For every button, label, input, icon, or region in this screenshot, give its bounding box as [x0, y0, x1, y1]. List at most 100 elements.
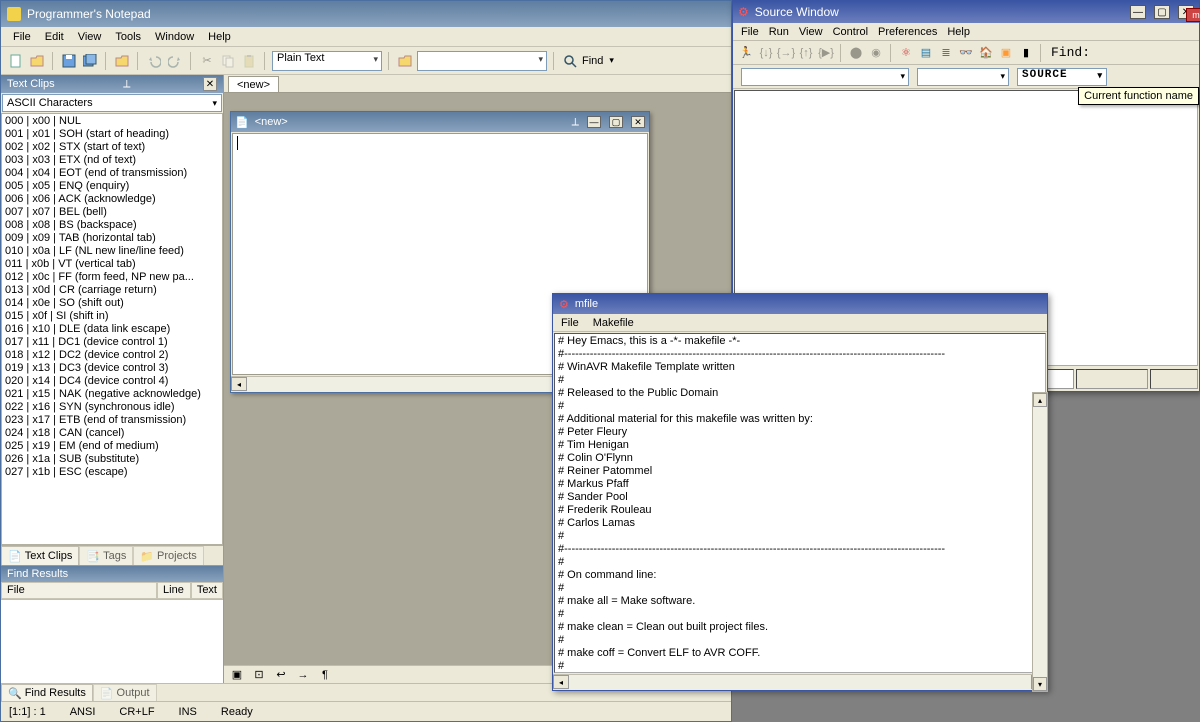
list-item[interactable]: 006 | x06 | ACK (acknowledge)	[5, 193, 219, 206]
menu-view[interactable]: View	[78, 31, 102, 43]
list-item[interactable]: 023 | x17 | ETB (end of transmission)	[5, 414, 219, 427]
undo-icon[interactable]	[145, 52, 163, 70]
src-menu-view[interactable]: View	[799, 26, 823, 38]
src-menu-control[interactable]: Control	[833, 26, 868, 38]
list-item[interactable]: 015 | x0f | SI (shift in)	[5, 310, 219, 323]
scroll-track[interactable]	[1033, 407, 1047, 677]
src-file-select[interactable]	[741, 68, 909, 86]
bookmark-toggle-icon[interactable]: ▣	[228, 666, 246, 684]
list-item[interactable]: 008 | x08 | BS (backspace)	[5, 219, 219, 232]
tab-output[interactable]: 📄Output	[93, 684, 157, 701]
find-dropdown-icon[interactable]: ▾	[609, 55, 614, 66]
list-item[interactable]: 013 | x0d | CR (carriage return)	[5, 284, 219, 297]
wordwrap-icon[interactable]: ↩	[272, 666, 290, 684]
scroll-down-icon[interactable]: ▾	[1033, 677, 1047, 691]
list-item[interactable]: 018 | x12 | DC2 (device control 2)	[5, 349, 219, 362]
list-item[interactable]: 022 | x16 | SYN (synchronous idle)	[5, 401, 219, 414]
open-folder-icon[interactable]	[113, 52, 131, 70]
find-col-file[interactable]: File	[1, 582, 157, 599]
pn-titlebar[interactable]: Programmer's Notepad	[1, 1, 731, 27]
scroll-track[interactable]	[569, 675, 1031, 690]
save-all-icon[interactable]	[81, 52, 99, 70]
memory-icon[interactable]: ▤	[917, 44, 935, 62]
scroll-left-icon[interactable]: ◂	[231, 377, 247, 391]
list-item[interactable]: 012 | x0c | FF (form feed, NP new pa...	[5, 271, 219, 284]
stack-icon[interactable]: ≣	[937, 44, 955, 62]
editor-pin-icon[interactable]: ⟂	[572, 116, 579, 129]
maximize-icon[interactable]: ▢	[1154, 5, 1170, 19]
cut-icon[interactable]: ✂	[198, 52, 216, 70]
step-out-icon[interactable]: {↑}	[797, 44, 815, 62]
minimize-icon[interactable]: —	[1130, 5, 1146, 19]
list-item[interactable]: 014 | x0e | SO (shift out)	[5, 297, 219, 310]
open-file-icon[interactable]	[28, 52, 46, 70]
mfile-menu-file[interactable]: File	[561, 317, 579, 329]
breakpoints-icon[interactable]: ▣	[997, 44, 1015, 62]
list-item[interactable]: 007 | x07 | BEL (bell)	[5, 206, 219, 219]
menu-edit[interactable]: Edit	[45, 31, 64, 43]
console-icon[interactable]: ▮	[1017, 44, 1035, 62]
list-item[interactable]: 002 | x02 | STX (start of text)	[5, 141, 219, 154]
src-menu-preferences[interactable]: Preferences	[878, 26, 937, 38]
mfile-text-view[interactable]: # Hey Emacs, this is a -*- makefile -*-#…	[554, 333, 1046, 673]
mfile-hscroll[interactable]: ◂ ▸	[553, 674, 1047, 690]
scroll-up-icon[interactable]: ▴	[1033, 393, 1047, 407]
list-item[interactable]: 001 | x01 | SOH (start of heading)	[5, 128, 219, 141]
list-item[interactable]: 004 | x04 | EOT (end of transmission)	[5, 167, 219, 180]
list-item[interactable]: 011 | x0b | VT (vertical tab)	[5, 258, 219, 271]
close-icon[interactable]: ✕	[631, 116, 645, 128]
copy-icon[interactable]	[219, 52, 237, 70]
new-file-icon[interactable]	[7, 52, 25, 70]
pilcrow-icon[interactable]: ¶	[316, 666, 334, 684]
whitespace-icon[interactable]: ⊡	[250, 666, 268, 684]
continue-icon[interactable]: {▶}	[817, 44, 835, 62]
find-icon[interactable]	[561, 52, 579, 70]
list-item[interactable]: 020 | x14 | DC4 (device control 4)	[5, 375, 219, 388]
menu-help[interactable]: Help	[208, 31, 231, 43]
panel-close-icon[interactable]: ✕	[203, 77, 217, 91]
editor-child-titlebar[interactable]: 📄 <new> ⟂ — ▢ ✕	[231, 112, 649, 132]
src-menu-help[interactable]: Help	[947, 26, 970, 38]
scroll-left-icon[interactable]: ◂	[553, 675, 569, 689]
tab-textclips[interactable]: 📄Text Clips	[1, 546, 79, 565]
step-over-icon[interactable]: {→}	[777, 44, 795, 62]
project-folder-icon[interactable]	[396, 52, 414, 70]
tab-projects[interactable]: 📁Projects	[133, 546, 203, 565]
list-item[interactable]: 024 | x18 | CAN (cancel)	[5, 427, 219, 440]
tab-tags[interactable]: 📑Tags	[79, 546, 133, 565]
document-tab-new[interactable]: <new>	[228, 76, 279, 92]
save-icon[interactable]	[60, 52, 78, 70]
watchpoint-icon[interactable]: ◉	[867, 44, 885, 62]
paste-icon[interactable]	[240, 52, 258, 70]
step-icon[interactable]: {↓}	[757, 44, 775, 62]
list-item[interactable]: 025 | x19 | EM (end of medium)	[5, 440, 219, 453]
src-menu-file[interactable]: File	[741, 26, 759, 38]
mfile-titlebar[interactable]: ⚙ mfile	[553, 294, 1047, 314]
tab-find-results[interactable]: 🔍Find Results	[1, 684, 93, 701]
src-menu-run[interactable]: Run	[769, 26, 789, 38]
src-mode-select[interactable]: SOURCE	[1017, 68, 1107, 86]
find-results-body[interactable]	[1, 600, 223, 683]
locals-icon[interactable]: 🏠	[977, 44, 995, 62]
menu-file[interactable]: File	[13, 31, 31, 43]
maximize-icon[interactable]: ▢	[609, 116, 623, 128]
find-col-text[interactable]: Text	[191, 582, 223, 599]
list-item[interactable]: 019 | x13 | DC3 (device control 3)	[5, 362, 219, 375]
breakpoint-icon[interactable]: ⬤	[847, 44, 865, 62]
list-item[interactable]: 009 | x09 | TAB (horizontal tab)	[5, 232, 219, 245]
panel-pin-icon[interactable]: ⟂	[123, 78, 130, 91]
registers-icon[interactable]: ⚛	[897, 44, 915, 62]
mfile-menu-makefile[interactable]: Makefile	[593, 317, 634, 329]
menu-window[interactable]: Window	[155, 31, 194, 43]
find-col-line[interactable]: Line	[157, 582, 191, 599]
minimize-icon[interactable]: —	[587, 116, 601, 128]
redo-icon[interactable]	[166, 52, 184, 70]
list-item[interactable]: 000 | x00 | NUL	[5, 115, 219, 128]
list-item[interactable]: 010 | x0a | LF (NL new line/line feed)	[5, 245, 219, 258]
watch-icon[interactable]: 👓	[957, 44, 975, 62]
language-select[interactable]: Plain Text	[272, 51, 382, 71]
list-item[interactable]: 003 | x03 | ETX (nd of text)	[5, 154, 219, 167]
ascii-category-select[interactable]: ASCII Characters	[2, 94, 222, 112]
src-titlebar[interactable]: ⚙ Source Window — ▢ ✕	[733, 1, 1199, 23]
ascii-character-list[interactable]: 000 | x00 | NUL001 | x01 | SOH (start of…	[1, 113, 223, 545]
